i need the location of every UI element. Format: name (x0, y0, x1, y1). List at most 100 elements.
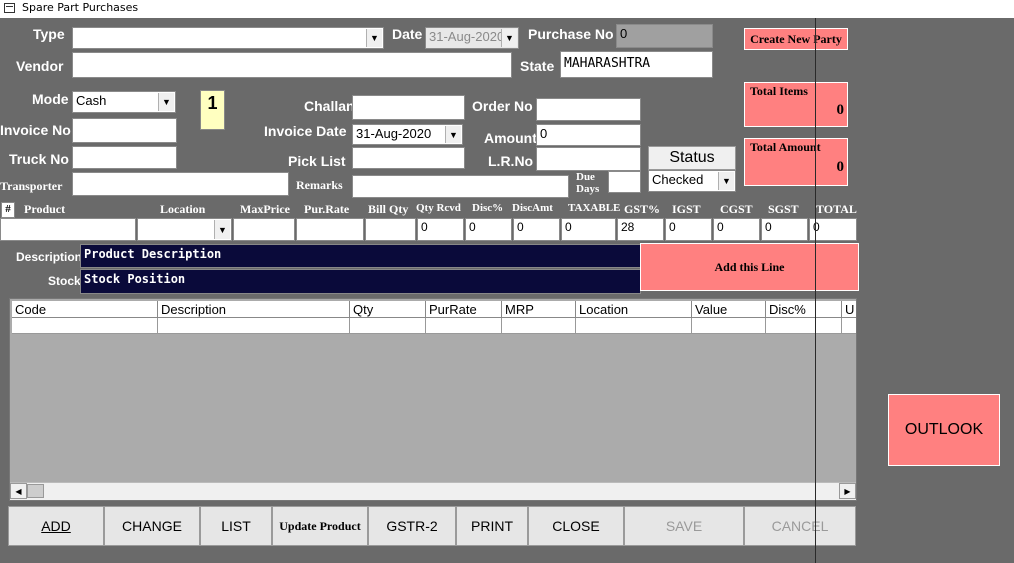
qtyrcvd-input[interactable]: 0 (417, 218, 464, 241)
chevron-down-icon[interactable]: ▼ (214, 220, 230, 239)
update-product-button[interactable]: Update Product (272, 506, 368, 546)
invoice-date-picker[interactable]: 31-Aug-2020 ▼ (352, 124, 463, 145)
location-select[interactable]: ▼ (137, 218, 232, 241)
scroll-thumb[interactable] (27, 484, 44, 498)
purchase-no-label: Purchase No (528, 26, 614, 42)
grid-cell[interactable] (158, 318, 350, 334)
grid-header-value[interactable]: Value (692, 301, 766, 318)
discamt-input[interactable]: 0 (513, 218, 560, 241)
counter-badge: 1 (200, 90, 225, 130)
gstpct-header: GST% (624, 202, 661, 216)
grid-header-location[interactable]: Location (576, 301, 692, 318)
grid-header-u[interactable]: U (842, 301, 856, 318)
order-no-input[interactable] (536, 98, 641, 121)
grid-header-mrp[interactable]: MRP (502, 301, 576, 318)
challan-input[interactable] (352, 95, 465, 120)
close-button[interactable]: CLOSE (528, 506, 624, 546)
lr-no-input[interactable] (536, 147, 641, 171)
total-items-label: Total Items (750, 84, 808, 98)
scroll-right-icon[interactable]: ▶ (839, 483, 856, 499)
window-icon (4, 3, 15, 13)
maxprice-input[interactable] (233, 218, 295, 241)
grid-cell[interactable] (502, 318, 576, 334)
save-button[interactable]: SAVE (624, 506, 744, 546)
cgst-input[interactable]: 0 (713, 218, 760, 241)
type-label: Type (33, 26, 65, 42)
grid-header-purrate[interactable]: PurRate (426, 301, 502, 318)
chevron-down-icon[interactable]: ▼ (718, 172, 734, 190)
vendor-label: Vendor (16, 58, 64, 74)
grid-cell[interactable] (842, 318, 856, 334)
add-button[interactable]: ADD (8, 506, 104, 546)
grid-cell[interactable] (426, 318, 502, 334)
grid-header-code[interactable]: Code (12, 301, 158, 318)
discamt-header: DiscAmt (512, 202, 553, 214)
amount-input[interactable]: 0 (536, 124, 641, 146)
product-input[interactable] (0, 218, 136, 241)
sgst-input[interactable]: 0 (761, 218, 808, 241)
state-field[interactable]: MAHARASHTRA (560, 51, 713, 78)
horizontal-scrollbar[interactable]: ◀ ▶ (10, 482, 856, 500)
chevron-down-icon[interactable]: ▼ (445, 126, 461, 143)
purrate-input[interactable] (296, 218, 364, 241)
gstr2-button[interactable]: GSTR-2 (368, 506, 456, 546)
cancel-button[interactable]: CANCEL (744, 506, 856, 546)
transporter-input[interactable] (72, 172, 289, 196)
sgst-header: SGST (768, 202, 799, 216)
print-button[interactable]: PRINT (456, 506, 528, 546)
igst-input[interactable]: 0 (665, 218, 712, 241)
pick-list-input[interactable] (352, 147, 465, 169)
date-picker[interactable]: 31-Aug-2020 ▼ (425, 27, 519, 49)
list-button[interactable]: LIST (200, 506, 272, 546)
purrate-header: Pur.Rate (304, 202, 350, 216)
create-new-party-button[interactable]: Create New Party (744, 28, 848, 50)
due-days-input[interactable] (608, 171, 641, 193)
action-toolbar: ADD CHANGE LIST Update Product GSTR-2 PR… (8, 506, 856, 546)
grid-header-qty[interactable]: Qty (350, 301, 426, 318)
chevron-down-icon[interactable]: ▼ (501, 29, 517, 47)
state-label: State (520, 58, 555, 74)
chevron-down-icon[interactable]: ▼ (366, 29, 382, 47)
total-amount-box: Total Amount 0 (744, 138, 848, 186)
maxprice-header: MaxPrice (240, 202, 290, 216)
total-amount-value: 0 (836, 159, 845, 175)
grid-cell[interactable] (576, 318, 692, 334)
outlook-button[interactable]: OUTLOOK (888, 394, 1000, 466)
taxable-input[interactable]: 0 (561, 218, 616, 241)
change-button[interactable]: CHANGE (104, 506, 200, 546)
gstpct-input[interactable]: 28 (617, 218, 664, 241)
items-grid[interactable]: Code Description Qty PurRate MRP Locatio… (9, 298, 857, 501)
product-header: Product (24, 202, 66, 216)
scroll-left-icon[interactable]: ◀ (10, 483, 27, 499)
type-select[interactable]: ▼ (72, 27, 384, 49)
truck-no-input[interactable] (72, 146, 177, 169)
discpct-header: Disc% (472, 202, 504, 214)
date-label: Date (392, 26, 423, 42)
grid-cell[interactable] (766, 318, 842, 334)
grid-cell[interactable] (12, 318, 158, 334)
mode-select[interactable]: Cash ▼ (72, 91, 176, 113)
igst-header: IGST (672, 202, 701, 216)
status-select[interactable]: Checked ▼ (648, 170, 736, 192)
transporter-label: Transporter (0, 179, 63, 193)
mode-label: Mode (32, 91, 69, 107)
grid-cell[interactable] (692, 318, 766, 334)
grid-header-description[interactable]: Description (158, 301, 350, 318)
pick-list-label: Pick List (288, 153, 346, 169)
discpct-input[interactable]: 0 (465, 218, 512, 241)
vendor-input[interactable] (72, 52, 512, 78)
panel-divider (815, 18, 816, 563)
total-input[interactable]: 0 (809, 218, 857, 241)
grid-cell[interactable] (350, 318, 426, 334)
stock-field: Stock Position (80, 269, 641, 294)
stock-label: Stock (48, 274, 81, 288)
chevron-down-icon[interactable]: ▼ (158, 93, 174, 111)
add-line-button[interactable]: Add this Line (640, 243, 859, 291)
remarks-input[interactable] (352, 175, 569, 198)
remarks-label: Remarks (296, 178, 343, 192)
invoice-no-input[interactable] (72, 118, 177, 143)
grid-header-discpct[interactable]: Disc% (766, 301, 842, 318)
billqty-input[interactable] (365, 218, 416, 241)
total-amount-label: Total Amount (750, 140, 821, 154)
window-title: Spare Part Purchases (22, 1, 139, 14)
